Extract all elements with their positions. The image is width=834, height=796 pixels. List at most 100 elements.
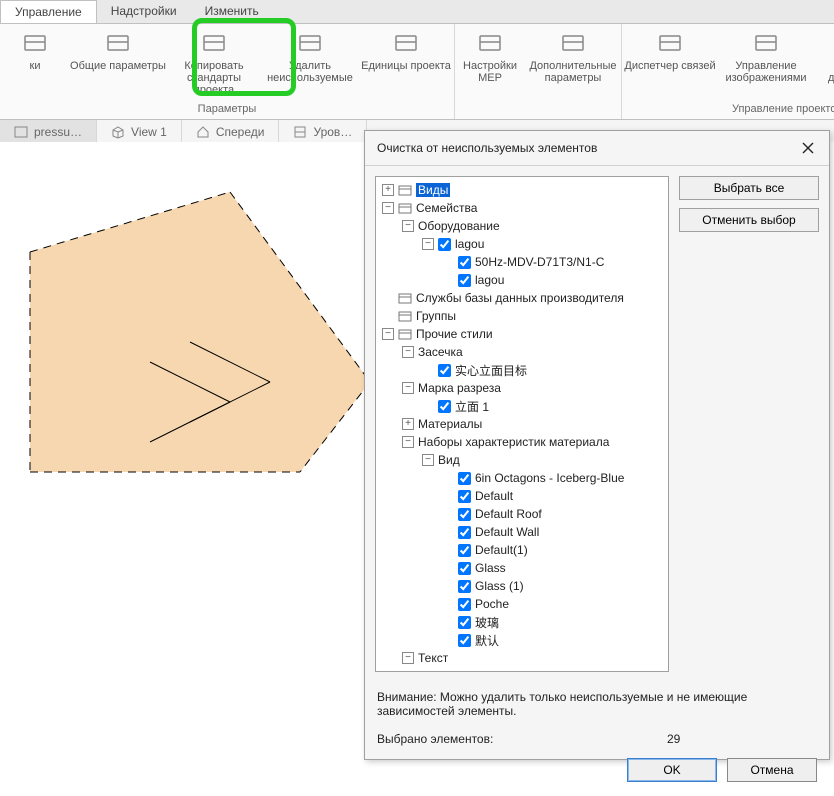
tree-node[interactable]: + Материалы (378, 415, 666, 433)
ribbon-button-label: Копировать стандарты проекта (166, 60, 262, 96)
tree-checkbox[interactable] (458, 256, 471, 269)
tree-node[interactable]: Службы базы данных производителя (378, 289, 666, 307)
manage-panel-ki[interactable]: ки (0, 24, 70, 72)
select-all-button[interactable]: Выбрать все (679, 176, 819, 200)
tree-node[interactable]: 玻璃 (378, 613, 666, 631)
tree-label: Материалы (418, 417, 482, 431)
tree-node[interactable]: −Текст (378, 649, 666, 667)
tree-checkbox[interactable] (458, 634, 471, 647)
tree-node[interactable]: −Засечка (378, 343, 666, 361)
tree-toggle[interactable]: − (382, 328, 394, 340)
tree-node[interactable]: +Виды (378, 181, 666, 199)
deselect-all-button[interactable]: Отменить выбор (679, 208, 819, 232)
tree-node[interactable]: Glass (1) (378, 577, 666, 595)
cancel-button[interactable]: Отмена (727, 758, 817, 782)
tree-node[interactable]: − Прочие стили (378, 325, 666, 343)
tree-node[interactable]: Poche (378, 595, 666, 613)
tree-node[interactable]: 6in Octagons - Iceberg-Blue (378, 469, 666, 487)
tree-node[interactable]: −Оборудование (378, 217, 666, 235)
tree-node[interactable]: Default Roof (378, 505, 666, 523)
tree-toggle[interactable]: − (382, 202, 394, 214)
tree-toggle[interactable]: − (402, 220, 414, 232)
tree-toggle[interactable]: − (402, 346, 414, 358)
decal-types[interactable]: Типы деколей (814, 24, 834, 84)
dialog-footer: Внимание: Можно удалить только неиспольз… (365, 682, 829, 758)
panel-title: Управление проектом (622, 101, 834, 119)
tree-checkbox[interactable] (458, 544, 471, 557)
tree-label: Прочие стили (416, 327, 493, 341)
panel-title (455, 113, 621, 119)
tree-label: Glass (1) (475, 579, 524, 593)
image-manager[interactable]: Управление изображениями (718, 24, 814, 84)
tree-toggle[interactable]: − (422, 238, 434, 250)
tree-checkbox[interactable] (458, 616, 471, 629)
tree-node[interactable]: 50Hz-MDV-D71T3/N1-C (378, 253, 666, 271)
tree-node[interactable]: − Семейства (378, 199, 666, 217)
link-manager[interactable]: Диспетчер связей (622, 24, 718, 72)
tree-label: Семейства (416, 201, 477, 215)
purge-unused[interactable]: Удалить неиспользуемые (262, 24, 358, 84)
tree-checkbox[interactable] (458, 508, 471, 521)
tree-toggle[interactable]: + (382, 184, 394, 196)
ok-button[interactable]: OK (627, 758, 717, 782)
tree-label: 50Hz-MDV-D71T3/N1-C (475, 255, 604, 269)
tab-addins[interactable]: Надстройки (97, 0, 191, 23)
tree-checkbox[interactable] (458, 472, 471, 485)
tree-node[interactable]: −Марка разреза (378, 379, 666, 397)
tree-label: Текст (418, 651, 448, 665)
panel-title: Параметры (0, 101, 454, 119)
ribbon-icon (166, 28, 262, 60)
ribbon-button-label: Дополнительные параметры (525, 60, 621, 84)
tree-checkbox[interactable] (438, 238, 451, 251)
tree-toggle[interactable]: + (402, 418, 414, 430)
tree-node[interactable]: 立面 1 (378, 397, 666, 415)
tree-label: 立面 1 (455, 398, 489, 415)
mep-settings[interactable]: Настройки MEP (455, 24, 525, 84)
tree-checkbox[interactable] (438, 364, 451, 377)
tree-node[interactable]: −Наборы характеристик материала (378, 433, 666, 451)
close-button[interactable] (795, 137, 821, 159)
ribbon-icon (358, 28, 454, 60)
tree-checkbox[interactable] (438, 400, 451, 413)
tree-node[interactable]: −lagou (378, 235, 666, 253)
additional-params[interactable]: Дополнительные параметры (525, 24, 621, 84)
tab-manage[interactable]: Управление (0, 0, 97, 23)
ribbon-button-label: Единицы проекта (358, 60, 454, 72)
tree-toggle[interactable]: − (422, 454, 434, 466)
tree-toggle[interactable]: − (402, 436, 414, 448)
tree-label: 实心立面目标 (455, 362, 527, 379)
tree-label: Poche (475, 597, 509, 611)
tree-toggle[interactable]: − (402, 652, 414, 664)
tree-checkbox[interactable] (458, 526, 471, 539)
ribbon-icon (525, 28, 621, 60)
ribbon-icon (622, 28, 718, 60)
shared-params[interactable]: Общие параметры (70, 24, 166, 72)
dialog-titlebar: Очистка от неиспользуемых элементов (365, 131, 829, 166)
tree-label: Default(1) (475, 543, 528, 557)
tree-node[interactable]: 默认 (378, 631, 666, 649)
copy-standards[interactable]: Копировать стандарты проекта (166, 24, 262, 96)
tree-checkbox[interactable] (458, 274, 471, 287)
tree-node[interactable]: Default(1) (378, 541, 666, 559)
count-label: Выбрано элементов: (377, 732, 667, 746)
tree-label: Службы базы данных производителя (416, 291, 624, 305)
tree-node[interactable]: Glass (378, 559, 666, 577)
tree-node[interactable]: 实心立面目标 (378, 361, 666, 379)
tree-node[interactable]: Default Wall (378, 523, 666, 541)
dialog-title: Очистка от неиспользуемых элементов (377, 141, 597, 155)
tree-node[interactable]: Default (378, 487, 666, 505)
tree-node[interactable]: −Вид (378, 451, 666, 469)
tree-checkbox[interactable] (458, 562, 471, 575)
ribbon: киОбщие параметрыКопировать стандарты пр… (0, 24, 834, 120)
purge-dialog: Очистка от неиспользуемых элементов +Вид… (364, 130, 830, 760)
tree-toggle[interactable]: − (402, 382, 414, 394)
tree-checkbox[interactable] (458, 490, 471, 503)
project-units[interactable]: Единицы проекта (358, 24, 454, 72)
tab-modify[interactable]: Изменить (191, 0, 273, 23)
tree-checkbox[interactable] (458, 598, 471, 611)
tree-node[interactable]: Группы (378, 307, 666, 325)
tree-checkbox[interactable] (458, 580, 471, 593)
tree-label: Вид (438, 453, 460, 467)
tree-panel[interactable]: +Виды−Семейства−Оборудование−lagou50Hz-M… (375, 176, 669, 672)
tree-node[interactable]: lagou (378, 271, 666, 289)
